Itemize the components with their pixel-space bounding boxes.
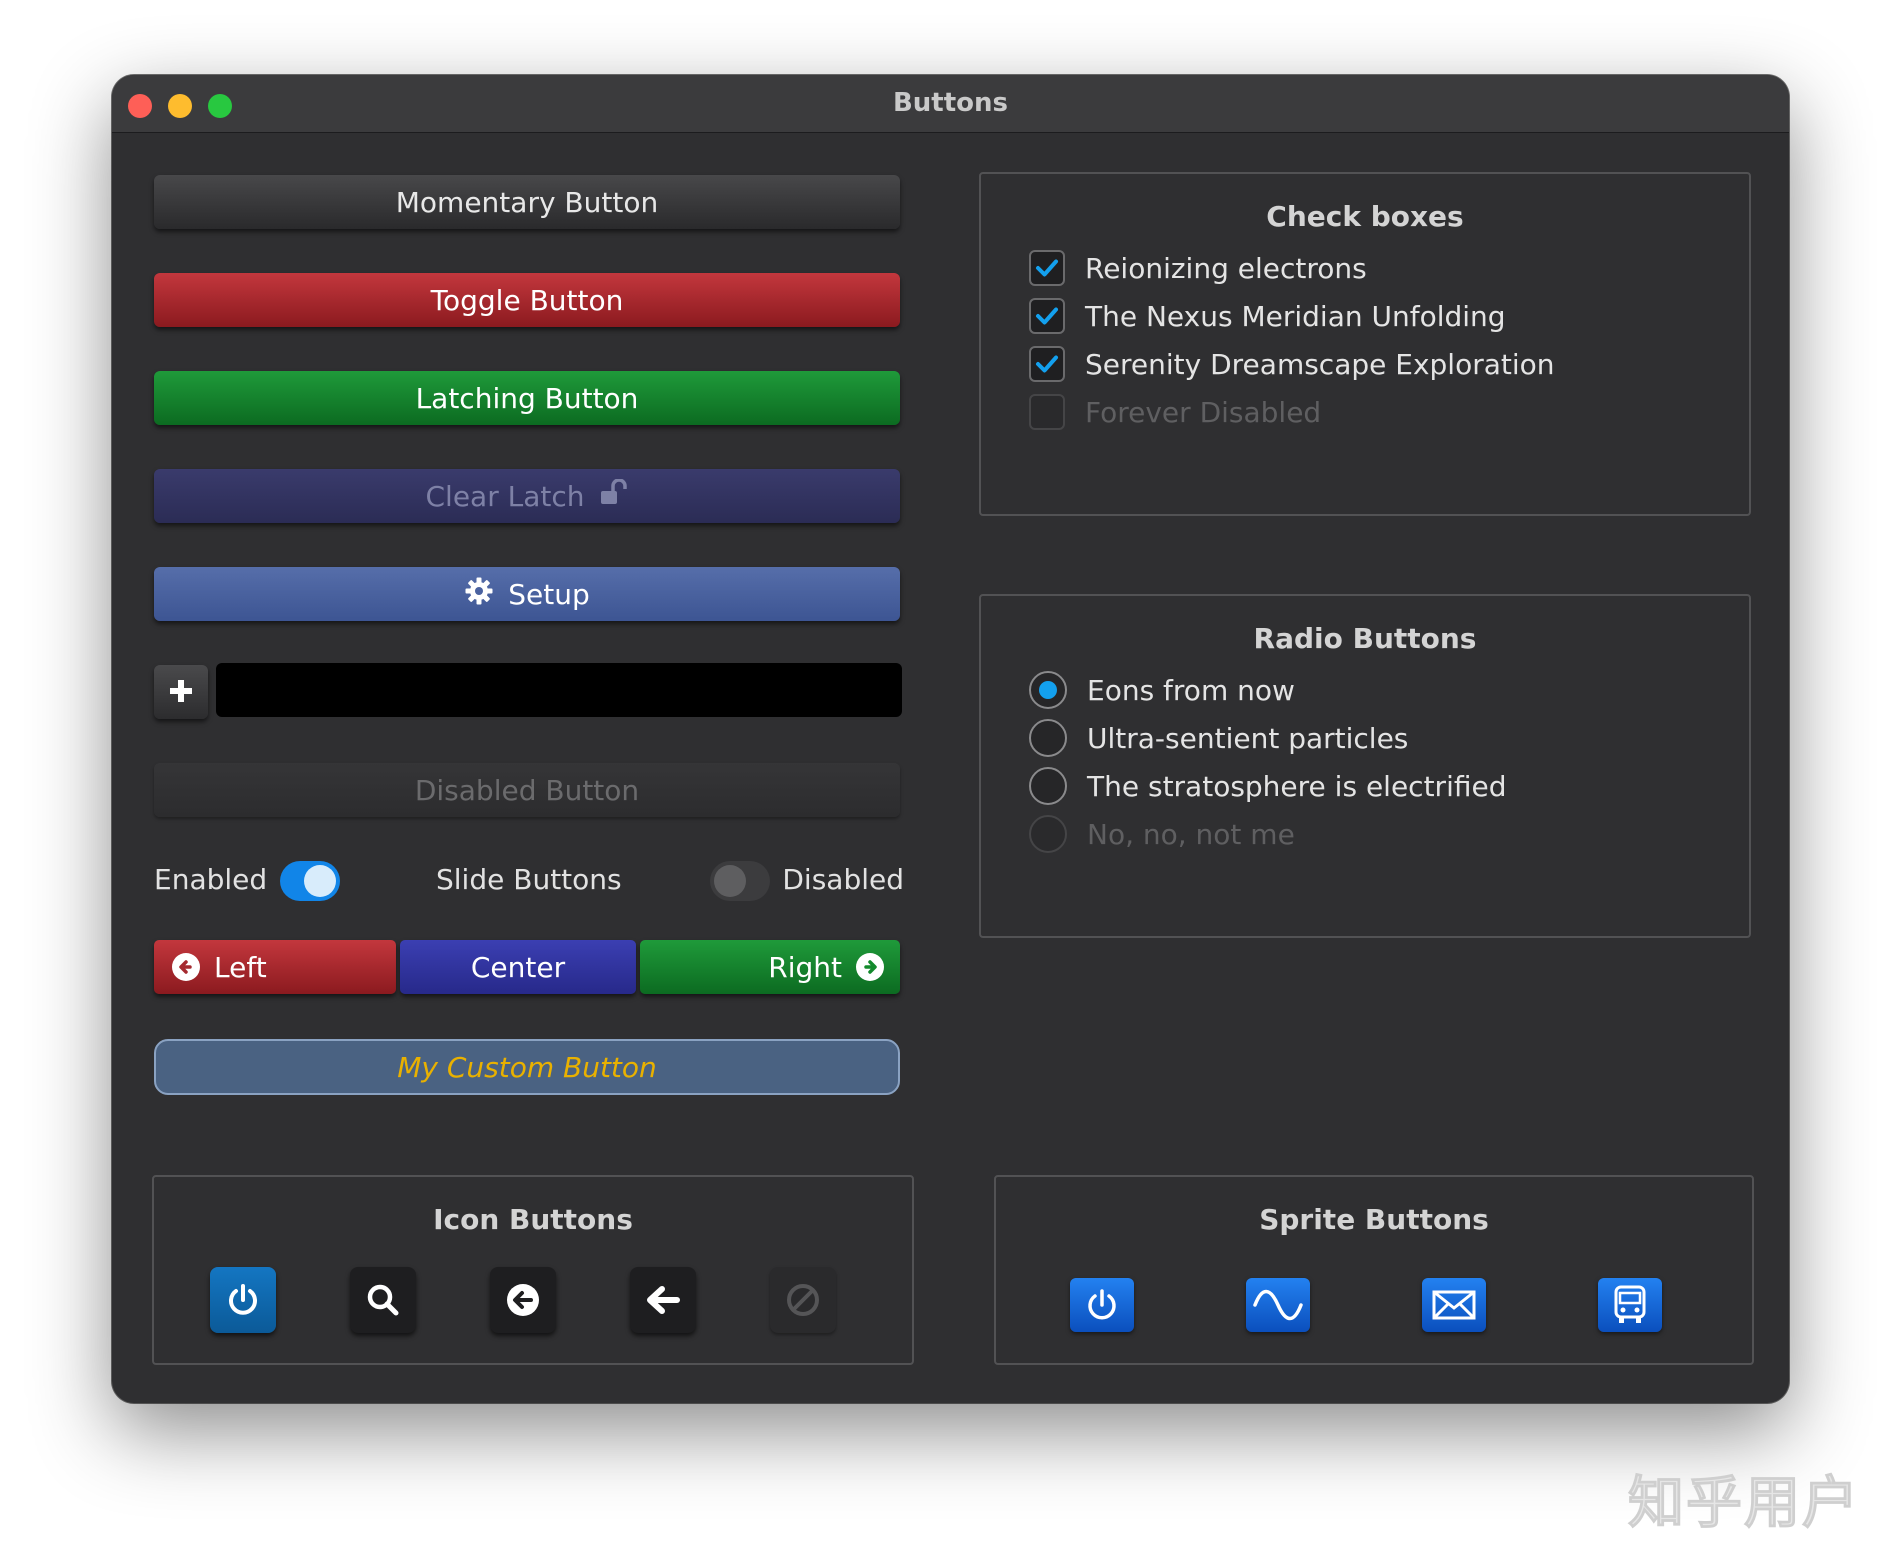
checkbox-label: The Nexus Meridian Unfolding <box>1085 299 1506 333</box>
add-button[interactable] <box>154 665 208 719</box>
slide-buttons-label: Slide Buttons <box>436 863 622 896</box>
toggle-button-label: Toggle Button <box>430 283 624 317</box>
sine-wave-icon <box>1253 1289 1303 1321</box>
radio-eons[interactable]: Eons from now <box>1029 670 1295 710</box>
unlock-icon <box>599 477 629 514</box>
disabled-switch <box>710 861 770 901</box>
arrow-circle-right-icon <box>856 953 884 981</box>
radio-buttons-group: Radio Buttons Eons from now Ultra-sentie… <box>979 594 1751 938</box>
clear-latch-label: Clear Latch <box>425 479 585 513</box>
radio-stratosphere[interactable]: The stratosphere is electrified <box>1029 766 1506 806</box>
icon-buttons-group: Icon Buttons <box>152 1175 914 1365</box>
buttons-window: Buttons Momentary Button Toggle Button L… <box>112 75 1789 1403</box>
clear-latch-button[interactable]: Clear Latch <box>154 469 900 523</box>
checkbox-serenity[interactable]: Serenity Dreamscape Exploration <box>1029 344 1555 384</box>
sprite-buttons-group: Sprite Buttons <box>994 1175 1754 1365</box>
switch-knob <box>714 865 746 897</box>
icon-buttons-title: Icon Buttons <box>433 1203 633 1236</box>
segment-center-button[interactable]: Center <box>400 940 636 994</box>
checkbox-box <box>1029 394 1065 430</box>
ban-icon <box>787 1284 819 1316</box>
checkbox-label: Forever Disabled <box>1085 395 1322 429</box>
disabled-button-label: Disabled Button <box>414 773 640 807</box>
checkbox-label: Serenity Dreamscape Exploration <box>1085 347 1555 381</box>
segment-left-button[interactable]: Left <box>154 940 396 994</box>
momentary-button[interactable]: Momentary Button <box>154 175 900 229</box>
enabled-label: Enabled <box>154 863 268 896</box>
window-title: Buttons <box>892 88 1009 118</box>
sprite-bus-button[interactable] <box>1598 1278 1662 1332</box>
arrow-left-icon <box>647 1286 680 1314</box>
radio-circle[interactable] <box>1029 719 1067 757</box>
disabled-button: Disabled Button <box>154 763 900 817</box>
power-icon-button[interactable] <box>210 1267 276 1333</box>
bus-icon <box>1614 1285 1646 1323</box>
enabled-switch[interactable] <box>280 861 340 901</box>
radio-label: Eons from now <box>1087 673 1295 707</box>
segment-right-button[interactable]: Right <box>640 940 900 994</box>
power-icon <box>1088 1289 1116 1320</box>
sprite-buttons-title: Sprite Buttons <box>1259 1203 1489 1236</box>
radio-not-me: No, no, not me <box>1029 814 1295 854</box>
radio-label: No, no, not me <box>1087 817 1295 851</box>
sprite-wave-button[interactable] <box>1246 1278 1310 1332</box>
custom-button-label: My Custom Button <box>397 1050 657 1084</box>
sprite-mail-button[interactable] <box>1422 1278 1486 1332</box>
plus-icon <box>168 672 194 713</box>
text-field[interactable] <box>216 663 902 717</box>
gear-icon <box>464 576 494 613</box>
arrow-circle-left-icon <box>172 953 200 981</box>
checkmark-icon <box>1036 355 1058 373</box>
check-boxes-title: Check boxes <box>1266 200 1464 233</box>
radio-ultra-sentient[interactable]: Ultra-sentient particles <box>1029 718 1408 758</box>
power-icon <box>229 1284 257 1315</box>
momentary-button-label: Momentary Button <box>395 185 659 219</box>
toggle-button[interactable]: Toggle Button <box>154 273 900 327</box>
arrow-circle-left-icon <box>507 1284 539 1316</box>
checkmark-icon <box>1036 259 1058 277</box>
slide-buttons-row: Enabled Slide Buttons Disabled <box>154 855 904 905</box>
custom-button[interactable]: My Custom Button <box>154 1039 900 1095</box>
radio-circle[interactable] <box>1029 767 1067 805</box>
search-icon-button[interactable] <box>350 1267 416 1333</box>
radio-label: The stratosphere is electrified <box>1087 769 1507 803</box>
envelope-icon <box>1432 1290 1476 1320</box>
latching-button-label: Latching Button <box>415 381 639 415</box>
latching-button[interactable]: Latching Button <box>154 371 900 425</box>
back-circle-icon-button[interactable] <box>490 1267 556 1333</box>
checkbox-reionizing[interactable]: Reionizing electrons <box>1029 248 1367 288</box>
switch-knob <box>304 865 336 897</box>
checkmark-icon <box>1036 307 1058 325</box>
radio-label: Ultra-sentient particles <box>1087 721 1409 755</box>
radio-dot <box>1039 681 1057 699</box>
checkbox-label: Reionizing electrons <box>1085 251 1367 285</box>
segment-left-label: Left <box>214 950 267 984</box>
checkbox-box[interactable] <box>1029 346 1065 382</box>
setup-button[interactable]: Setup <box>154 567 900 621</box>
search-icon <box>367 1284 399 1316</box>
watermark-text: 知乎用户 <box>1628 1471 1860 1537</box>
checkbox-box[interactable] <box>1029 298 1065 334</box>
setup-label: Setup <box>508 577 590 611</box>
title-bar[interactable]: Buttons <box>112 75 1789 133</box>
checkbox-forever-disabled: Forever Disabled <box>1029 392 1321 432</box>
checkbox-nexus[interactable]: The Nexus Meridian Unfolding <box>1029 296 1506 336</box>
radio-circle <box>1029 815 1067 853</box>
disabled-label: Disabled <box>782 863 904 896</box>
checkbox-box[interactable] <box>1029 250 1065 286</box>
segment-right-label: Right <box>768 950 842 984</box>
radio-circle[interactable] <box>1029 671 1067 709</box>
sprite-power-button[interactable] <box>1070 1278 1134 1332</box>
radio-buttons-title: Radio Buttons <box>1253 622 1477 655</box>
segment-center-label: Center <box>470 950 566 984</box>
ban-icon-button <box>770 1267 836 1333</box>
check-boxes-group: Check boxes Reionizing electrons The Nex… <box>979 172 1751 516</box>
arrow-left-icon-button[interactable] <box>630 1267 696 1333</box>
